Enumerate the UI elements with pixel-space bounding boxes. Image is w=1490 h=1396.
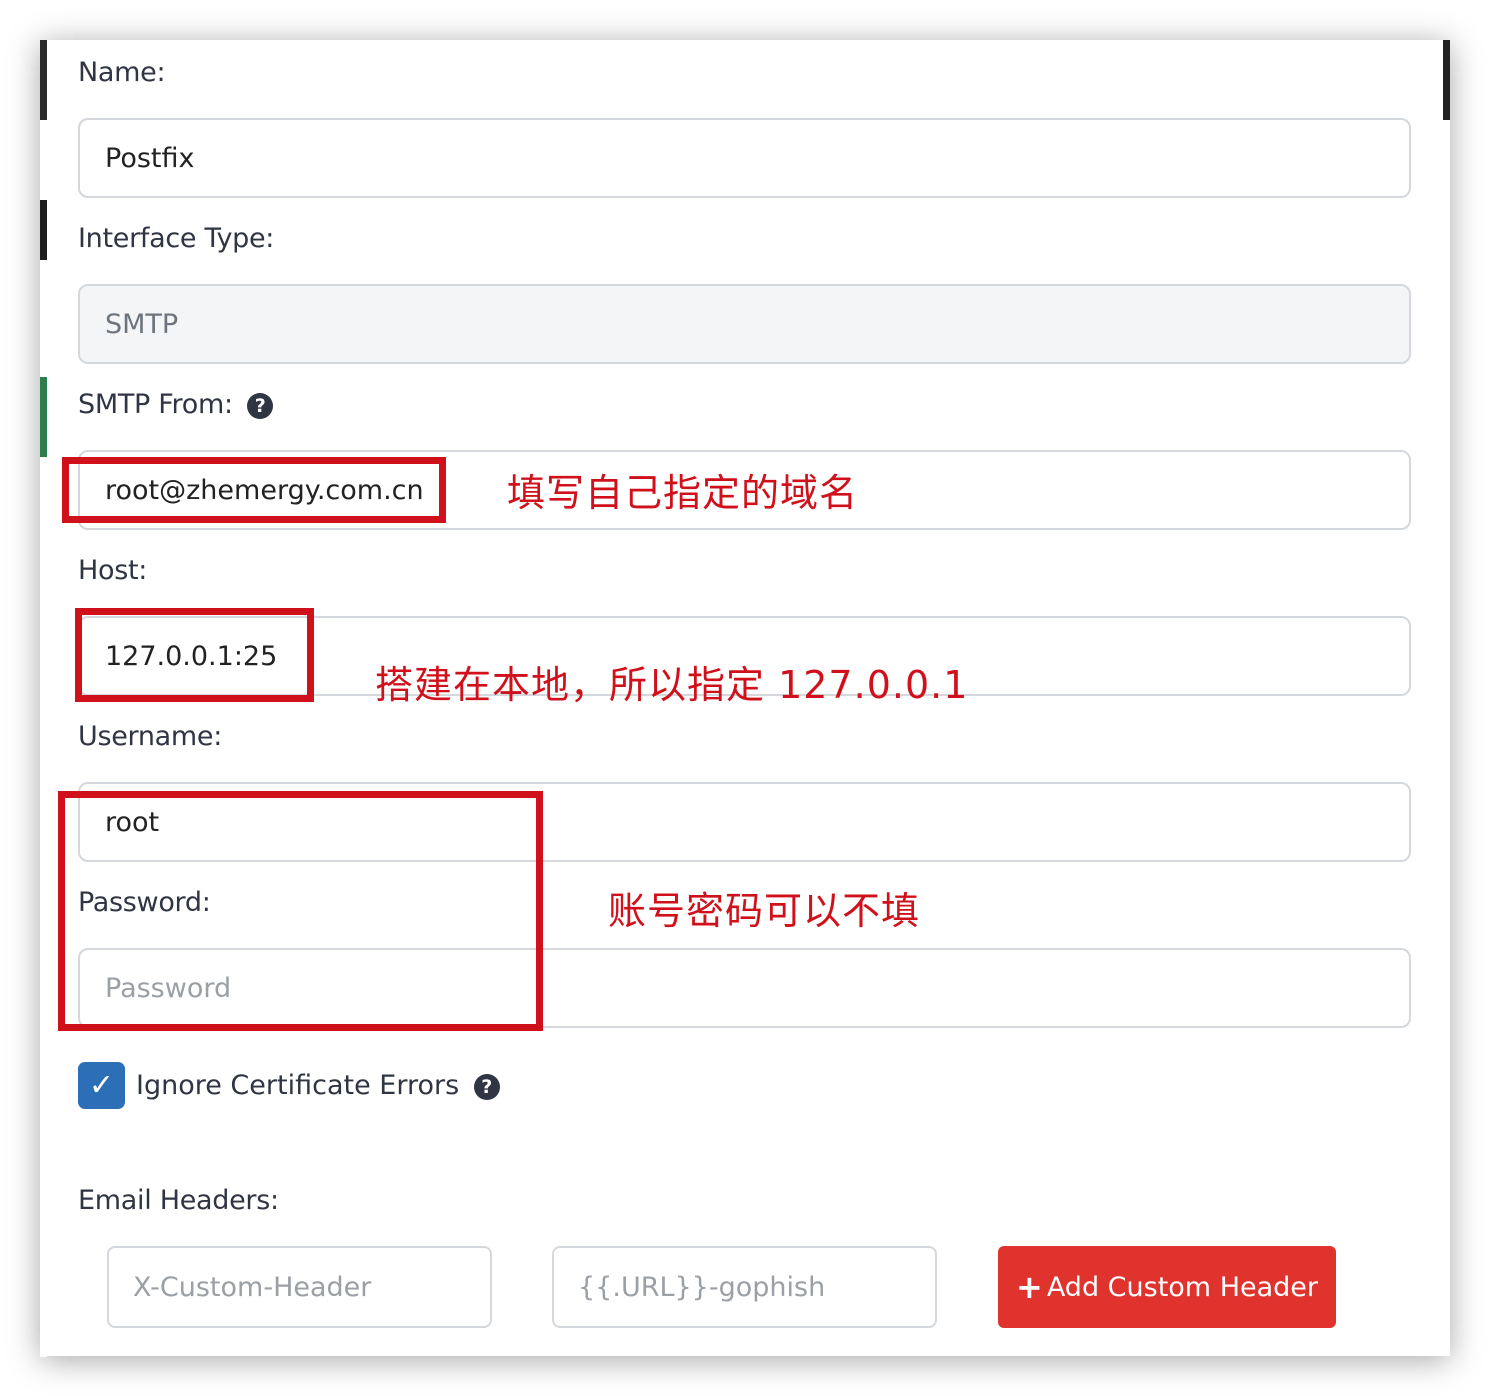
custom-header-name-input[interactable]: X-Custom-Header — [107, 1246, 492, 1328]
check-icon: ✓ — [88, 1069, 115, 1102]
name-label: Name: — [78, 57, 166, 88]
smtp-from-label: SMTP From: — [78, 389, 233, 420]
annotation-domain-note: 填写自己指定的域名 — [507, 471, 859, 515]
background-page-edge-right — [1443, 40, 1450, 1356]
background-page-edge-left — [40, 40, 47, 1357]
annotation-host-note: 搭建在本地，所以指定 127.0.0.1 — [375, 663, 969, 707]
smtp-from-label-row: SMTP From: ? — [78, 389, 274, 420]
interface-type-input: SMTP — [78, 284, 1411, 364]
ignore-cert-checkbox[interactable]: ✓ — [78, 1062, 125, 1109]
add-custom-header-label: Add Custom Header — [1046, 1271, 1318, 1303]
plus-icon: + — [1016, 1268, 1043, 1306]
ignore-cert-label-row[interactable]: Ignore Certificate Errors ? — [136, 1070, 500, 1101]
name-input[interactable]: Postfix — [78, 118, 1411, 198]
name-value: Postfix — [105, 142, 195, 174]
smtp-from-value: root@zhemergy.com.cn — [105, 474, 424, 506]
username-input[interactable]: root — [78, 782, 1411, 862]
add-custom-header-button[interactable]: + Add Custom Header — [998, 1246, 1336, 1328]
custom-header-value-input[interactable]: {{.URL}}-gophish — [552, 1246, 937, 1328]
host-label: Host: — [78, 555, 148, 586]
annotation-credentials-note: 账号密码可以不填 — [608, 889, 921, 933]
custom-header-value-placeholder: {{.URL}}-gophish — [578, 1271, 826, 1303]
username-label: Username: — [78, 721, 223, 752]
question-circle-icon[interactable]: ? — [247, 393, 274, 419]
interface-type-label: Interface Type: — [78, 223, 275, 254]
password-placeholder: Password — [105, 972, 232, 1004]
host-value: 127.0.0.1:25 — [105, 640, 278, 672]
username-value: root — [105, 806, 160, 838]
password-input[interactable]: Password — [78, 948, 1411, 1028]
email-headers-label: Email Headers: — [78, 1185, 279, 1216]
question-circle-icon[interactable]: ? — [473, 1074, 500, 1100]
custom-header-name-placeholder: X-Custom-Header — [133, 1271, 372, 1303]
password-label: Password: — [78, 887, 211, 918]
ignore-cert-label: Ignore Certificate Errors — [136, 1070, 460, 1101]
interface-type-value: SMTP — [105, 308, 179, 340]
